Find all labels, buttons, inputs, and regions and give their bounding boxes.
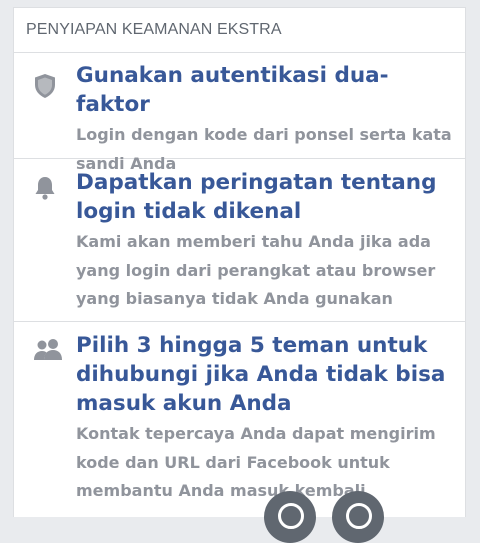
floating-action-button-1[interactable] [264, 491, 316, 543]
shield-icon [33, 73, 57, 98]
floating-action-button-2[interactable] [332, 491, 384, 543]
circle-icon [346, 503, 372, 529]
security-settings-card: PENYIAPAN KEAMANAN EKSTRA Gunakan autent… [13, 7, 466, 517]
trusted-contacts-description: Kontak tepercaya Anda dapat mengirim kod… [76, 424, 436, 500]
trusted-contacts-title[interactable]: Pilih 3 hingga 5 teman untuk dihubungi j… [76, 331, 455, 418]
two-factor-item[interactable]: Gunakan autentikasi dua-faktor Login den… [14, 53, 465, 173]
login-alerts-title[interactable]: Dapatkan peringatan tentang login tidak … [76, 168, 455, 226]
login-alerts-item[interactable]: Dapatkan peringatan tentang login tidak … [14, 159, 465, 322]
bell-icon [33, 175, 57, 200]
circle-icon [278, 503, 304, 529]
section-header: PENYIAPAN KEAMANAN EKSTRA [14, 8, 465, 53]
two-factor-title[interactable]: Gunakan autentikasi dua-faktor [76, 61, 455, 119]
trusted-contacts-item[interactable]: Pilih 3 hingga 5 teman untuk dihubungi j… [14, 322, 465, 522]
friends-icon [33, 338, 62, 362]
login-alerts-description: Kami akan memberi tahu Anda jika ada yan… [76, 232, 436, 308]
